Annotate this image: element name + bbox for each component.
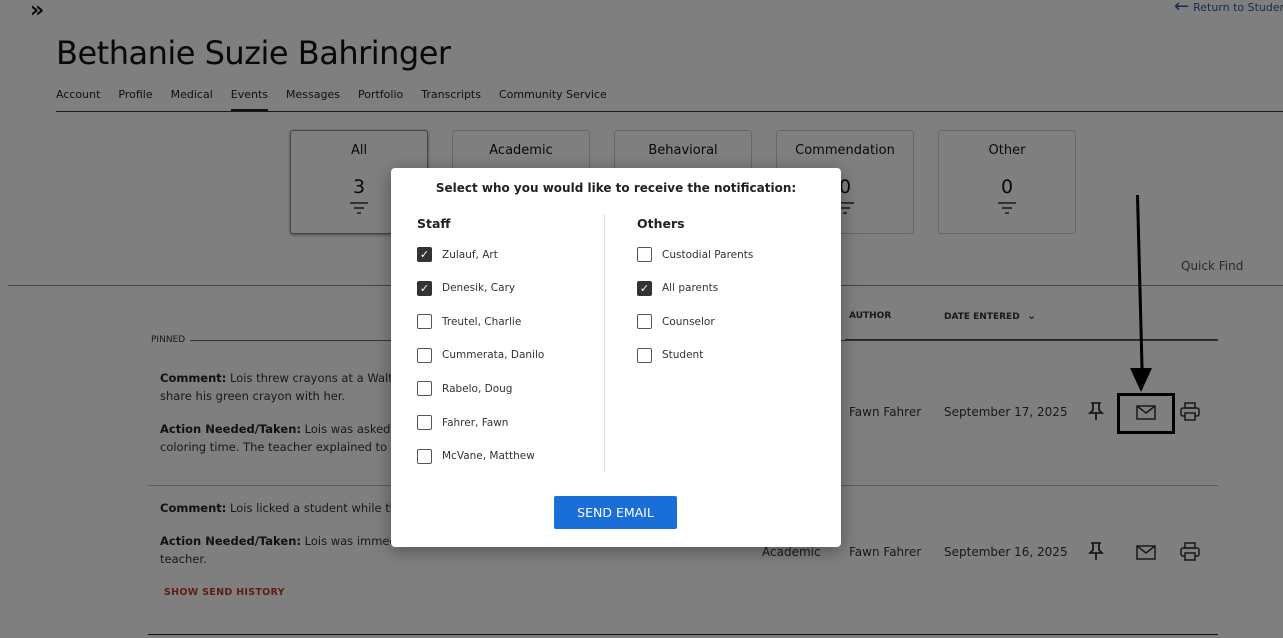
checkbox-checked-icon[interactable]: ✓ — [637, 280, 652, 296]
check-icon: ✓ — [419, 281, 430, 295]
staff-option-label: Fahrer, Fawn — [442, 416, 509, 429]
checkbox-unchecked-icon[interactable] — [417, 381, 432, 397]
send-email-button[interactable]: SEND EMAIL — [554, 496, 677, 529]
annotation-arrowhead-icon — [1130, 368, 1152, 392]
staff-option[interactable]: McVane, Matthew — [417, 448, 535, 464]
staff-option-label: Denesik, Cary — [442, 282, 516, 295]
others-option-label: Custodial Parents — [662, 248, 754, 261]
staff-heading: Staff — [417, 216, 451, 231]
others-option-label: Student — [662, 349, 704, 362]
staff-option[interactable]: ✓ Zulauf, Art — [417, 247, 498, 262]
others-option-label: All parents — [662, 282, 719, 295]
staff-option-label: Treutel, Charlie — [442, 315, 522, 328]
staff-option-label: Cummerata, Danilo — [442, 349, 545, 362]
checkbox-unchecked-icon[interactable] — [637, 347, 652, 363]
others-option[interactable]: Counselor — [637, 314, 715, 330]
staff-option-label: McVane, Matthew — [442, 450, 535, 463]
checkbox-unchecked-icon[interactable] — [417, 448, 432, 464]
staff-option-label: Rabelo, Doug — [442, 382, 513, 395]
student-events-page: » ← Return to Studen Bethanie Suzie Bahr… — [0, 0, 1283, 638]
others-option[interactable]: Student — [637, 347, 704, 363]
others-option[interactable]: Custodial Parents — [637, 247, 753, 262]
checkbox-unchecked-icon[interactable] — [637, 314, 652, 330]
checkbox-unchecked-icon[interactable] — [417, 415, 432, 430]
staff-option[interactable]: Fahrer, Fawn — [417, 415, 508, 430]
others-option[interactable]: ✓ All parents — [637, 280, 719, 296]
checkbox-checked-icon[interactable]: ✓ — [417, 247, 432, 262]
checkbox-unchecked-icon[interactable] — [417, 347, 432, 363]
dialog-title: Select who you would like to receive the… — [435, 181, 797, 195]
notification-recipients-dialog: Select who you would like to receive the… — [391, 168, 841, 547]
check-icon: ✓ — [639, 281, 650, 295]
others-option-label: Counselor — [662, 315, 715, 328]
checkbox-checked-icon[interactable]: ✓ — [417, 280, 432, 296]
staff-option[interactable]: Treutel, Charlie — [417, 314, 522, 330]
check-icon: ✓ — [419, 248, 430, 261]
staff-option[interactable]: Rabelo, Doug — [417, 381, 513, 397]
staff-option-label: Zulauf, Art — [442, 248, 498, 261]
staff-option[interactable]: Cummerata, Danilo — [417, 347, 545, 363]
others-heading: Others — [637, 216, 685, 231]
column-divider — [604, 214, 605, 472]
staff-option[interactable]: ✓ Denesik, Cary — [417, 280, 516, 296]
checkbox-unchecked-icon[interactable] — [637, 247, 652, 262]
checkbox-unchecked-icon[interactable] — [417, 314, 432, 330]
